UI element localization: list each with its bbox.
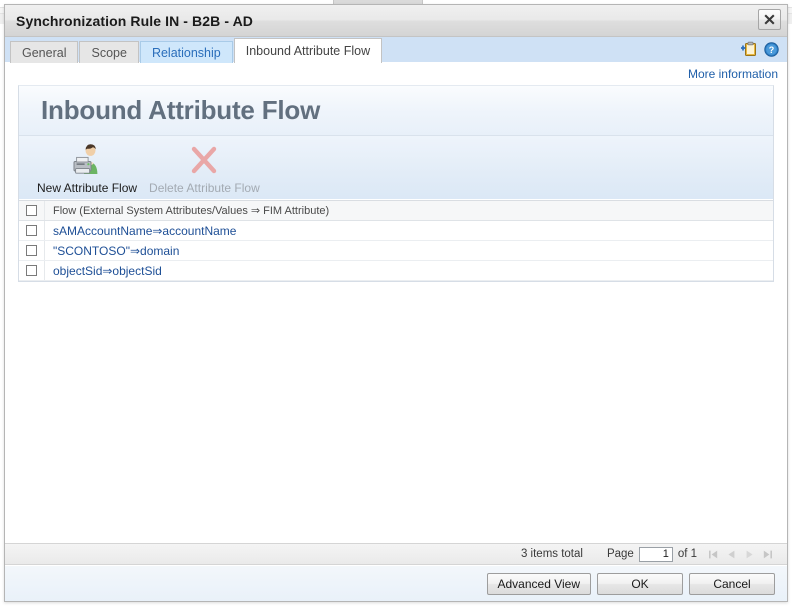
delete-attribute-flow-button[interactable]: Delete Attribute Flow	[143, 143, 266, 195]
tab-relationship[interactable]: Relationship	[139, 41, 233, 63]
table-row[interactable]: sAMAccountName⇒accountName	[19, 221, 773, 241]
attribute-flow-panel: Inbound Attribute Flow New Attribute Flo…	[18, 85, 774, 282]
pagination-controls	[708, 549, 773, 560]
tab-scope[interactable]: Scope	[79, 41, 139, 63]
flow-link[interactable]: sAMAccountName⇒accountName	[45, 224, 236, 238]
first-page-button[interactable]	[708, 549, 719, 560]
attribute-flow-grid: Flow (External System Attributes/Values …	[19, 200, 773, 281]
dialog-content: Inbound Attribute Flow New Attribute Flo…	[5, 85, 787, 543]
tab-strip-tools: ?	[740, 41, 779, 60]
row-checkbox-cell	[19, 221, 45, 240]
close-button[interactable]	[758, 9, 781, 30]
last-page-button[interactable]	[762, 549, 773, 560]
page-heading: Inbound Attribute Flow	[19, 86, 773, 136]
dialog-footer: Advanced View OK Cancel	[5, 565, 787, 601]
table-row[interactable]: objectSid⇒objectSid	[19, 261, 773, 281]
grid-status-bar: 3 items total Page of 1	[5, 543, 787, 565]
items-total-label: 3 items total	[520, 548, 583, 560]
next-page-button[interactable]	[744, 549, 755, 560]
page-label: Page	[606, 548, 634, 560]
grid-header-checkbox-cell	[19, 201, 45, 220]
page-of-label: of 1	[677, 548, 697, 560]
attribute-flow-toolbar: New Attribute Flow Delete Attribute Flow	[19, 136, 773, 200]
tab-strip: General Scope Relationship Inbound Attri…	[5, 37, 787, 63]
grid-header-row: Flow (External System Attributes/Values …	[19, 201, 773, 221]
help-icon[interactable]: ?	[764, 41, 779, 60]
cancel-button[interactable]: Cancel	[689, 572, 775, 595]
flow-link[interactable]: "SCONTOSO"⇒domain	[45, 244, 179, 258]
delete-attribute-flow-icon	[187, 143, 221, 177]
new-attribute-flow-icon	[69, 143, 105, 177]
previous-page-button[interactable]	[726, 549, 737, 560]
advanced-view-button[interactable]: Advanced View	[486, 572, 591, 595]
tab-inbound-attribute-flow[interactable]: Inbound Attribute Flow	[233, 38, 383, 63]
ok-button[interactable]: OK	[597, 572, 683, 595]
select-all-checkbox[interactable]	[26, 205, 37, 216]
flow-link[interactable]: objectSid⇒objectSid	[45, 264, 162, 278]
new-attribute-flow-label: New Attribute Flow	[37, 181, 138, 195]
more-information-row: More information	[5, 63, 787, 85]
close-icon	[764, 14, 775, 25]
sync-rule-dialog: Synchronization Rule IN - B2B - AD Gener…	[4, 4, 788, 602]
page-title: Inbound Attribute Flow	[41, 95, 321, 125]
new-attribute-flow-button[interactable]: New Attribute Flow	[31, 143, 143, 195]
row-checkbox-cell	[19, 241, 45, 260]
row-checkbox[interactable]	[26, 265, 37, 276]
grid-empty-area	[18, 282, 774, 543]
more-information-link[interactable]: More information	[688, 67, 778, 81]
add-to-clipboard-icon[interactable]	[740, 41, 757, 60]
dialog-title: Synchronization Rule IN - B2B - AD	[16, 12, 254, 29]
row-checkbox[interactable]	[26, 225, 37, 236]
delete-attribute-flow-label: Delete Attribute Flow	[149, 181, 260, 195]
tab-general[interactable]: General	[10, 41, 79, 63]
table-row[interactable]: "SCONTOSO"⇒domain	[19, 241, 773, 261]
grid-header-flow-column: Flow (External System Attributes/Values …	[53, 205, 330, 217]
dialog-titlebar: Synchronization Rule IN - B2B - AD	[5, 5, 787, 37]
svg-text:?: ?	[769, 45, 775, 55]
page-number-input[interactable]	[638, 546, 673, 562]
row-checkbox[interactable]	[26, 245, 37, 256]
row-checkbox-cell	[19, 261, 45, 280]
